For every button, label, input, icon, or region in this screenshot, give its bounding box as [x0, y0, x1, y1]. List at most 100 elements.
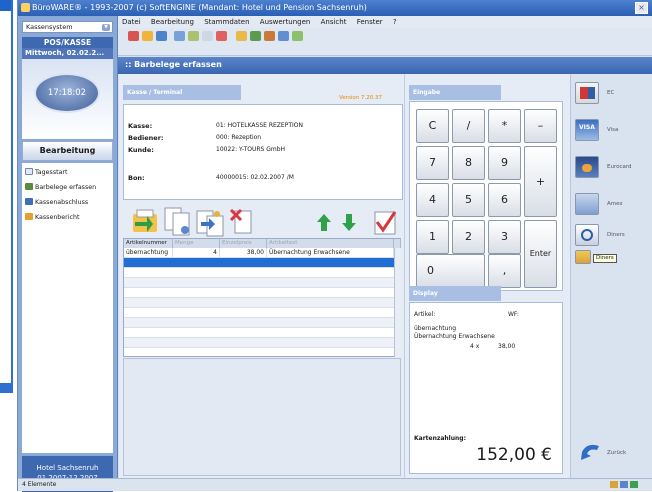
key-comma[interactable]: ,	[488, 254, 521, 288]
card-cursor-icon	[575, 250, 591, 264]
column-header-einzelpreis[interactable]: Einzelpreis	[220, 239, 267, 248]
desktop-divider	[11, 0, 13, 384]
column-header-menge[interactable]: Menge	[173, 239, 220, 248]
tools-icon[interactable]	[264, 31, 275, 41]
key-1[interactable]: 1	[416, 220, 449, 254]
new-document-icon[interactable]	[174, 31, 185, 41]
key-divide[interactable]: /	[452, 109, 485, 143]
table-row[interactable]	[124, 318, 394, 328]
status-tray	[610, 481, 646, 489]
app-icon	[21, 3, 30, 12]
diners-card-icon[interactable]	[575, 224, 599, 246]
key-8[interactable]: 8	[452, 146, 485, 180]
table-row[interactable]	[124, 288, 394, 298]
chevron-down-icon[interactable]: ▼	[102, 24, 110, 31]
redo-icon[interactable]	[156, 31, 167, 41]
tenant-name: Hotel Sachsenruh	[36, 464, 99, 472]
articles-table: Artikelnummer Menge Einzelpreis Artikelt…	[123, 238, 401, 357]
amex-card-icon[interactable]	[575, 193, 599, 215]
table-row[interactable]	[124, 278, 394, 288]
table-row[interactable]	[124, 308, 394, 318]
section-header-bearbeitung[interactable]: Bearbeitung	[22, 141, 113, 161]
checkmark-icon[interactable]	[374, 211, 397, 235]
ec-card-icon[interactable]	[575, 82, 599, 104]
display-price: 38,00	[498, 343, 516, 350]
close-button[interactable]: ×	[635, 2, 648, 14]
sidebar-item-label: Kassenbericht	[35, 214, 80, 221]
total-amount: 152,00 €	[476, 445, 552, 465]
table-row[interactable]: übernachtung 4 38,00 Übernachtung Erwach…	[124, 248, 394, 258]
export-icon[interactable]	[250, 31, 261, 41]
arrow-up-icon[interactable]	[317, 214, 331, 231]
settings-icon[interactable]	[278, 31, 289, 41]
open-folder-icon[interactable]	[133, 209, 157, 232]
action-icons	[133, 207, 397, 237]
menu-auswertungen[interactable]: Auswertungen	[260, 18, 311, 26]
display-tab: Display	[409, 286, 501, 301]
key-2[interactable]: 2	[452, 220, 485, 254]
vertical-scrollbar[interactable]	[394, 248, 401, 357]
sidebar-item-kassenabschluss[interactable]: Kassenabschluss	[25, 198, 88, 206]
key-6[interactable]: 6	[488, 183, 521, 217]
title-bar: BüroWARE® - 1993-2007 (c) SoftENGINE (Ma…	[18, 0, 652, 16]
key-enter[interactable]: Enter	[524, 220, 557, 288]
tooltip-diners: Diners	[593, 254, 617, 263]
key-4[interactable]: 4	[416, 183, 449, 217]
tray-icon[interactable]	[610, 481, 618, 488]
move-items-icon[interactable]	[196, 210, 224, 237]
sidebar-item-tagesstart[interactable]: Tagesstart	[25, 168, 67, 176]
arrow-down-icon[interactable]	[342, 214, 356, 231]
payment-label-eurocard: Eurocard	[607, 164, 632, 170]
key-5[interactable]: 5	[452, 183, 485, 217]
visa-card-icon[interactable]: VISA	[575, 119, 599, 141]
menu-datei[interactable]: Datei	[122, 18, 141, 26]
menu-fenster[interactable]: Fenster	[357, 18, 383, 26]
menu-help[interactable]: ?	[393, 18, 397, 26]
delete-document-icon[interactable]	[229, 208, 252, 234]
key-multiply[interactable]: *	[488, 109, 521, 143]
terminal-info-box: Kasse: 01: HOTELKASSE REZEPTION Bediener…	[123, 104, 403, 200]
sidebar: Kassensystem ▼ POS/KASSE Mittwoch, 02.02…	[18, 16, 118, 492]
table-row[interactable]	[124, 328, 394, 338]
back-label[interactable]: Zurück	[607, 450, 626, 456]
table-row[interactable]	[124, 338, 394, 348]
delete-icon[interactable]	[216, 31, 227, 41]
kasse-label: Kasse:	[128, 122, 153, 130]
pos-title: POS/KASSE	[22, 37, 113, 48]
undo-icon[interactable]	[128, 31, 139, 41]
column-header-artikelnummer[interactable]: Artikelnummer	[124, 239, 173, 248]
key-minus[interactable]: –	[524, 109, 557, 143]
folder-icon[interactable]	[142, 31, 153, 41]
key-9[interactable]: 9	[488, 146, 521, 180]
table-row[interactable]	[124, 268, 394, 278]
copy-documents-icon[interactable]	[164, 207, 190, 236]
key-3[interactable]: 3	[488, 220, 521, 254]
eurocard-icon[interactable]	[575, 156, 599, 178]
key-0[interactable]: 0	[416, 254, 485, 288]
system-select[interactable]: Kassensystem ▼	[22, 21, 113, 33]
table-row[interactable]	[124, 298, 394, 308]
print-icon[interactable]	[236, 31, 247, 41]
check-icon[interactable]	[292, 31, 303, 41]
menu-stammdaten[interactable]: Stammdaten	[204, 18, 249, 26]
column-header-artikeltext[interactable]: Artikeltext	[267, 239, 394, 248]
key-clear[interactable]: C	[416, 109, 449, 143]
key-7[interactable]: 7	[416, 146, 449, 180]
page-title: :: Barbelege erfassen	[118, 57, 652, 74]
paste-icon[interactable]	[202, 31, 213, 41]
tray-icon[interactable]	[620, 481, 628, 488]
sidebar-item-kassenbericht[interactable]: Kassenbericht	[25, 213, 79, 221]
tray-icon[interactable]	[630, 481, 638, 488]
copy-icon[interactable]	[188, 31, 199, 41]
back-arrow-icon[interactable]	[579, 440, 603, 462]
sidebar-item-barbelege[interactable]: Barbelege erfassen	[25, 183, 96, 191]
sidebar-item-label: Barbelege erfassen	[35, 184, 97, 191]
bediener-label: Bediener:	[128, 134, 164, 142]
menu-bearbeitung[interactable]: Bearbeitung	[151, 18, 194, 26]
table-row-selected[interactable]	[124, 258, 394, 268]
key-plus[interactable]: +	[524, 146, 557, 217]
menu-ansicht[interactable]: Ansicht	[321, 18, 347, 26]
bon-value: 40000015: 02.02.2007 /M	[216, 174, 294, 181]
grid-menu-icon[interactable]	[394, 239, 401, 248]
app-window: BüroWARE® - 1993-2007 (c) SoftENGINE (Ma…	[17, 0, 652, 492]
